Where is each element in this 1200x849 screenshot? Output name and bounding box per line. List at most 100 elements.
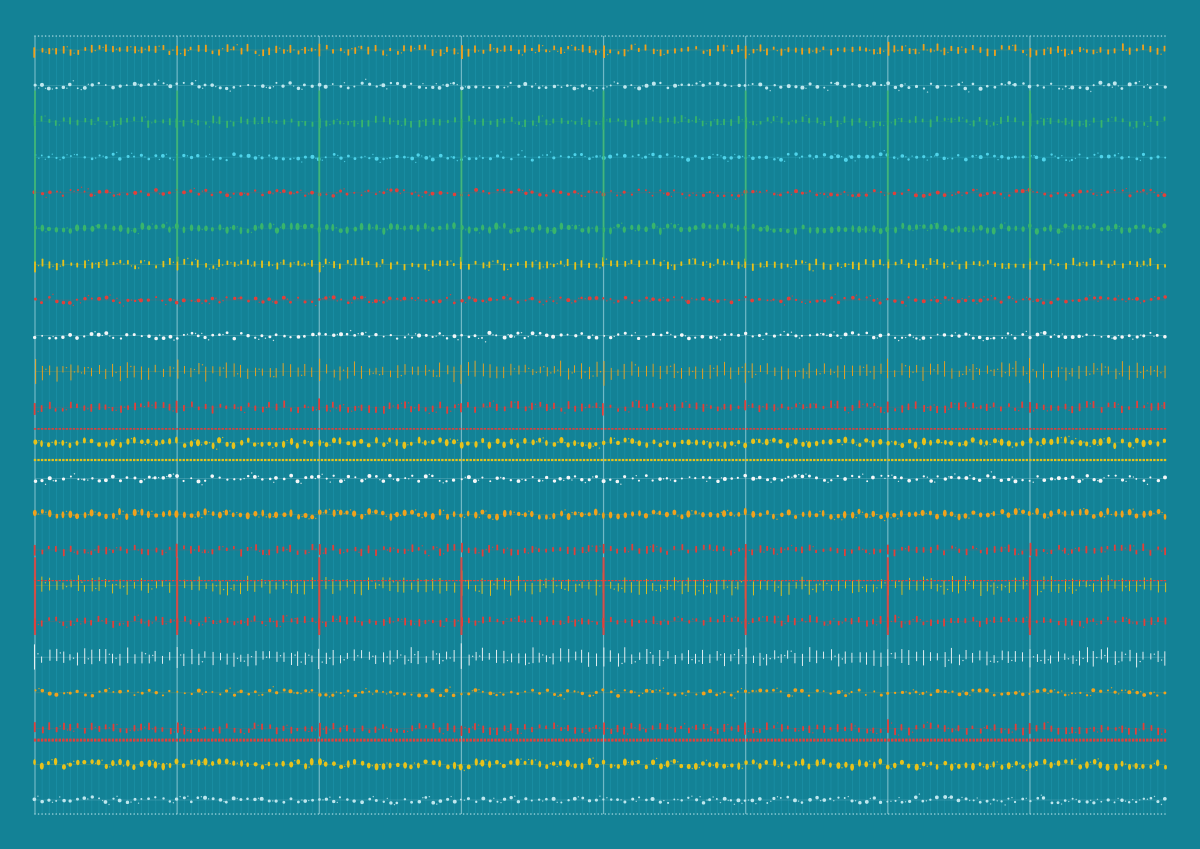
band-dash bbox=[638, 400, 640, 408]
band-accent bbox=[143, 405, 146, 408]
frame-top-dot bbox=[845, 35, 847, 37]
band-accent bbox=[599, 267, 601, 269]
band-accent bbox=[876, 587, 878, 589]
band-dash bbox=[687, 46, 690, 52]
band-accent bbox=[407, 402, 410, 404]
band-accent bbox=[407, 659, 410, 661]
band-bead bbox=[389, 513, 393, 521]
band-accent bbox=[1054, 478, 1056, 481]
band-accent bbox=[307, 440, 310, 443]
band-dot bbox=[153, 476, 157, 480]
band-dot bbox=[153, 82, 157, 86]
band-dot bbox=[871, 155, 875, 159]
band-dot bbox=[737, 155, 741, 159]
band-dash bbox=[808, 47, 811, 54]
frame-bottom-dot bbox=[848, 813, 851, 815]
frame-top-dot bbox=[285, 35, 288, 37]
band-dash bbox=[1043, 118, 1045, 126]
band-dash bbox=[893, 45, 896, 53]
band-accent bbox=[997, 440, 1000, 442]
band-dot bbox=[367, 189, 370, 193]
frame-bottom-dot bbox=[214, 813, 217, 815]
frame-top-dot bbox=[732, 35, 734, 37]
band-dot bbox=[913, 298, 918, 302]
band-dot bbox=[281, 157, 285, 161]
band-bead bbox=[914, 224, 919, 231]
band-accent bbox=[1061, 512, 1063, 514]
band-accent bbox=[763, 226, 765, 229]
band-dash bbox=[908, 119, 911, 124]
band-bead bbox=[580, 441, 585, 448]
frame-bottom-dot bbox=[841, 813, 844, 815]
band-dash bbox=[417, 403, 420, 412]
band-dash bbox=[794, 47, 797, 53]
band-dot bbox=[559, 190, 563, 194]
band-dot bbox=[1128, 194, 1132, 198]
band-bead bbox=[970, 437, 975, 443]
band-dash bbox=[822, 46, 825, 51]
band-dash bbox=[218, 259, 220, 268]
band-dash bbox=[41, 47, 44, 53]
band-dot bbox=[730, 194, 734, 197]
band-accent bbox=[1060, 436, 1063, 439]
band-dot bbox=[232, 336, 236, 341]
band-accent bbox=[201, 516, 203, 519]
frame-top-dot bbox=[898, 35, 901, 37]
frame-top-dot bbox=[547, 35, 550, 37]
band-dash bbox=[730, 119, 733, 126]
band-dot bbox=[55, 156, 58, 160]
band-bead bbox=[1162, 223, 1167, 229]
band-dot bbox=[360, 156, 363, 159]
band-dash bbox=[1049, 117, 1052, 125]
band-dot bbox=[963, 298, 968, 303]
band-dot bbox=[524, 155, 527, 158]
band-dot bbox=[346, 301, 350, 305]
band-bead bbox=[310, 223, 314, 229]
band-bead bbox=[702, 440, 706, 446]
band-dash bbox=[119, 546, 122, 551]
band-bead bbox=[943, 224, 948, 232]
band-dot bbox=[1000, 82, 1003, 86]
band-accent bbox=[535, 440, 538, 443]
band-accent bbox=[897, 480, 900, 483]
band-dot bbox=[552, 479, 557, 483]
band-dash bbox=[140, 548, 143, 555]
band-accent bbox=[1025, 296, 1028, 299]
band-dash bbox=[1164, 264, 1166, 268]
frame-top-dot bbox=[629, 35, 631, 37]
band-dot bbox=[616, 82, 619, 85]
frame-top-dot bbox=[331, 35, 334, 37]
band-accent bbox=[1018, 156, 1020, 158]
band-bead bbox=[963, 226, 968, 233]
frame-bottom-dot bbox=[887, 813, 890, 815]
band-dot bbox=[993, 154, 996, 158]
band-dot bbox=[303, 300, 307, 304]
band-dash bbox=[410, 619, 412, 626]
frame-top-dot bbox=[813, 35, 816, 37]
band-dash bbox=[439, 619, 442, 627]
band-dot bbox=[473, 298, 478, 303]
band-dash bbox=[333, 261, 335, 269]
band-dot bbox=[1049, 335, 1053, 339]
band-accent bbox=[749, 121, 751, 124]
band-accent bbox=[677, 581, 679, 583]
frame-bottom-dot bbox=[367, 813, 369, 815]
band-accent bbox=[550, 229, 552, 232]
band-dash bbox=[901, 546, 903, 551]
band-accent bbox=[1067, 553, 1070, 555]
band-dash bbox=[133, 615, 136, 622]
band-bead bbox=[1091, 514, 1096, 519]
band-dash bbox=[211, 549, 214, 555]
frame-bottom-dot bbox=[257, 813, 259, 815]
band-accent bbox=[301, 88, 303, 91]
band-dash bbox=[233, 621, 236, 626]
frame-top-dot bbox=[703, 35, 706, 37]
band-dash bbox=[397, 50, 399, 55]
band-dash bbox=[936, 405, 939, 414]
band-dash bbox=[922, 547, 925, 553]
frame-bottom-dot bbox=[746, 813, 748, 815]
band-bead bbox=[778, 439, 783, 444]
band-dash bbox=[133, 116, 136, 122]
band-dot bbox=[1107, 83, 1111, 87]
band-bead bbox=[239, 226, 243, 235]
